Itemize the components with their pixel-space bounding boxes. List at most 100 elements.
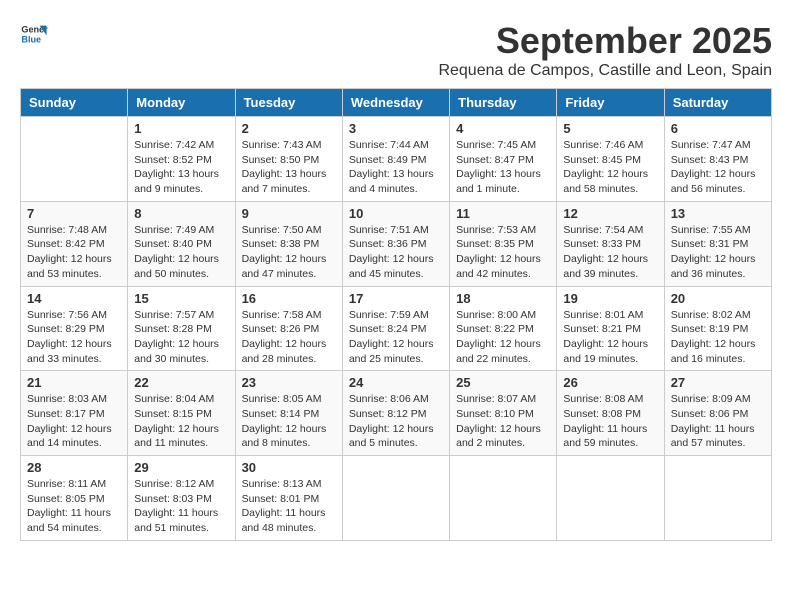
cell-text: Sunrise: 8:03 AM [27,392,121,407]
cell-text: Sunset: 8:45 PM [563,153,657,168]
day-number: 5 [563,121,657,136]
cell-text: Daylight: 12 hours [27,422,121,437]
cell-text: Sunrise: 7:45 AM [456,138,550,153]
cell-text: Sunset: 8:22 PM [456,322,550,337]
day-number: 17 [349,291,443,306]
cell-text: Daylight: 12 hours [349,252,443,267]
cell-text: and 50 minutes. [134,267,228,282]
location-title: Requena de Campos, Castille and Leon, Sp… [438,62,772,80]
cell-text: and 33 minutes. [27,352,121,367]
cell-text: Sunrise: 8:02 AM [671,308,765,323]
day-number: 9 [242,206,336,221]
cell-text: Daylight: 12 hours [671,252,765,267]
calendar-cell: 3Sunrise: 7:44 AMSunset: 8:49 PMDaylight… [342,117,449,202]
cell-text: and 51 minutes. [134,521,228,536]
calendar-cell: 27Sunrise: 8:09 AMSunset: 8:06 PMDayligh… [664,371,771,456]
calendar-cell: 6Sunrise: 7:47 AMSunset: 8:43 PMDaylight… [664,117,771,202]
calendar-cell: 2Sunrise: 7:43 AMSunset: 8:50 PMDaylight… [235,117,342,202]
day-number: 22 [134,375,228,390]
cell-text: and 28 minutes. [242,352,336,367]
cell-text: Sunset: 8:24 PM [349,322,443,337]
cell-text: Sunrise: 7:43 AM [242,138,336,153]
calendar-cell [21,117,128,202]
weekday-header-cell: Monday [128,89,235,117]
day-number: 7 [27,206,121,221]
cell-text: Sunrise: 7:48 AM [27,223,121,238]
calendar-cell: 25Sunrise: 8:07 AMSunset: 8:10 PMDayligh… [450,371,557,456]
day-number: 14 [27,291,121,306]
day-number: 24 [349,375,443,390]
weekday-header-cell: Wednesday [342,89,449,117]
cell-text: Daylight: 12 hours [134,252,228,267]
weekday-header-cell: Tuesday [235,89,342,117]
page-header: General Blue September 2025 Requena de C… [20,20,772,80]
logo: General Blue [20,20,48,48]
cell-text: Sunset: 8:36 PM [349,237,443,252]
calendar-week-row: 7Sunrise: 7:48 AMSunset: 8:42 PMDaylight… [21,201,772,286]
cell-text: and 7 minutes. [242,182,336,197]
cell-text: Sunrise: 8:12 AM [134,477,228,492]
cell-text: Daylight: 11 hours [563,422,657,437]
cell-text: and 25 minutes. [349,352,443,367]
day-number: 1 [134,121,228,136]
cell-text: Daylight: 11 hours [242,506,336,521]
calendar-cell: 16Sunrise: 7:58 AMSunset: 8:26 PMDayligh… [235,286,342,371]
calendar-cell: 22Sunrise: 8:04 AMSunset: 8:15 PMDayligh… [128,371,235,456]
day-number: 20 [671,291,765,306]
day-number: 29 [134,460,228,475]
cell-text: Daylight: 12 hours [242,422,336,437]
day-number: 13 [671,206,765,221]
title-section: September 2025 Requena de Campos, Castil… [438,20,772,80]
cell-text: Daylight: 12 hours [563,252,657,267]
cell-text: Sunset: 8:03 PM [134,492,228,507]
cell-text: Sunset: 8:29 PM [27,322,121,337]
cell-text: and 30 minutes. [134,352,228,367]
cell-text: Sunrise: 7:44 AM [349,138,443,153]
day-number: 2 [242,121,336,136]
cell-text: and 9 minutes. [134,182,228,197]
cell-text: Sunset: 8:01 PM [242,492,336,507]
cell-text: Daylight: 12 hours [349,337,443,352]
cell-text: Sunset: 8:15 PM [134,407,228,422]
day-number: 27 [671,375,765,390]
day-number: 4 [456,121,550,136]
calendar-cell: 20Sunrise: 8:02 AMSunset: 8:19 PMDayligh… [664,286,771,371]
day-number: 26 [563,375,657,390]
calendar-body: 1 Sunrise: 7:42 AMSunset: 8:52 PM Daylight… [21,117,772,541]
cell-text: Sunset: 8:05 PM [27,492,121,507]
calendar-week-row: 1 Sunrise: 7:42 AMSunset: 8:52 PM Daylight… [21,117,772,202]
day-number: 12 [563,206,657,221]
cell-text: and 4 minutes. [349,182,443,197]
cell-text: Daylight: 13 hours [349,167,443,182]
cell-text: and 2 minutes. [456,436,550,451]
cell-text: Sunset: 8:17 PM [27,407,121,422]
cell-text: Daylight: 12 hours [27,252,121,267]
cell-text: Sunrise: 7:42 AM [134,138,228,153]
calendar-cell: 4Sunrise: 7:45 AMSunset: 8:47 PMDaylight… [450,117,557,202]
calendar-cell: 1Sunrise: 7:42 AMSunset: 8:52 PMDaylight… [128,117,235,202]
calendar-cell: 19Sunrise: 8:01 AMSunset: 8:21 PMDayligh… [557,286,664,371]
cell-text: Sunrise: 8:01 AM [563,308,657,323]
cell-text: Sunset: 8:33 PM [563,237,657,252]
cell-text: Sunset: 8:47 PM [456,153,550,168]
cell-text: Daylight: 11 hours [671,422,765,437]
day-number: 21 [27,375,121,390]
day-number: 18 [456,291,550,306]
cell-text: and 56 minutes. [671,182,765,197]
calendar-cell: 17Sunrise: 7:59 AMSunset: 8:24 PMDayligh… [342,286,449,371]
cell-text: Daylight: 12 hours [134,337,228,352]
cell-text: Sunrise: 7:49 AM [134,223,228,238]
cell-text: Sunset: 8:26 PM [242,322,336,337]
cell-text: Sunrise: 7:54 AM [563,223,657,238]
cell-text: and 22 minutes. [456,352,550,367]
calendar-cell: 10Sunrise: 7:51 AMSunset: 8:36 PMDayligh… [342,201,449,286]
month-title: September 2025 [438,20,772,62]
cell-text: and 14 minutes. [27,436,121,451]
calendar-cell: 23Sunrise: 8:05 AMSunset: 8:14 PMDayligh… [235,371,342,456]
cell-text: Sunset: 8:14 PM [242,407,336,422]
cell-text: Sunset: 8:52 PM [134,153,228,168]
cell-text: and 47 minutes. [242,267,336,282]
weekday-header-cell: Friday [557,89,664,117]
calendar-cell: 14Sunrise: 7:56 AMSunset: 8:29 PMDayligh… [21,286,128,371]
calendar-cell: 8Sunrise: 7:49 AMSunset: 8:40 PMDaylight… [128,201,235,286]
